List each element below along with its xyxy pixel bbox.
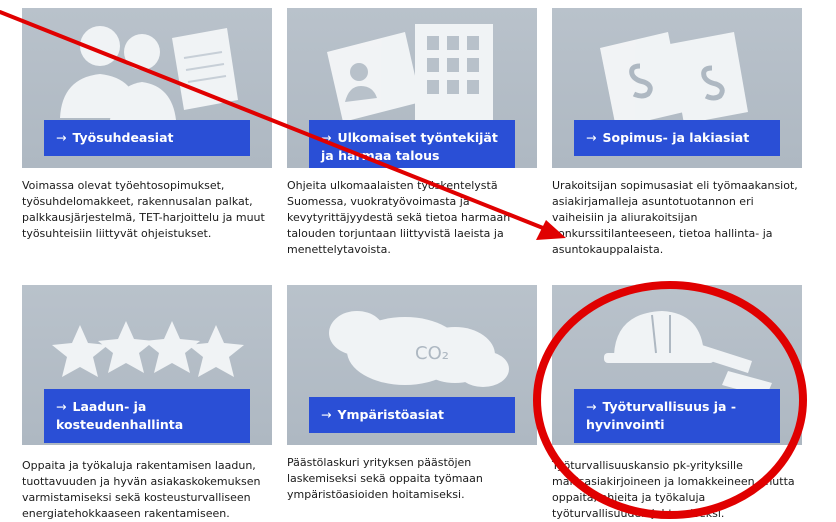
card-title: Sopimus- ja lakiasiat <box>602 130 750 145</box>
card-title-label[interactable]: → Työturvallisuus ja -hyvinvointi <box>574 389 780 443</box>
card-title-label[interactable]: → Ulkomaiset työntekijät ja harmaa talous <box>309 120 515 168</box>
card-laadun-kosteudenhallinta[interactable]: → Laadun- ja kosteudenhallinta Oppaita ja… <box>22 285 272 520</box>
card-ulkomaiset-tyontekijat[interactable]: → Ulkomaiset työntekijät ja harmaa talous… <box>287 8 537 256</box>
arrow-right-icon: → <box>586 399 597 414</box>
card-tyoturvallisuus[interactable]: → Työturvallisuus ja -hyvinvointi Työturv… <box>552 285 802 520</box>
card-ymparistoasiat[interactable]: CO₂ → Ympäristöasiat Päästölaskuri yrityk… <box>287 285 537 501</box>
card-title: Ulkomaiset työntekijät ja harmaa talous <box>321 130 498 163</box>
card-title-label[interactable]: → Ympäristöasiat <box>309 397 515 433</box>
arrow-right-icon: → <box>56 130 67 145</box>
arrow-right-icon: → <box>321 130 332 145</box>
card-description: Oppaita ja työkaluja rakentamisen laadun… <box>22 459 261 520</box>
arrow-right-icon: → <box>321 407 332 422</box>
arrow-right-icon: → <box>56 399 67 414</box>
arrow-right-icon: → <box>586 130 597 145</box>
card-description: Päästölaskuri yrityksen päästöjen laskem… <box>287 456 483 501</box>
card-title: Työsuhdeasiat <box>72 130 174 145</box>
card-title-label[interactable]: → Työsuhdeasiat <box>44 120 250 156</box>
card-image[interactable]: → Sopimus- ja lakiasiat <box>552 8 802 168</box>
card-description: Ohjeita ulkomaalaisten työskentelystä Su… <box>287 179 511 256</box>
card-image[interactable]: → Ulkomaiset työntekijät ja harmaa talous <box>287 8 537 168</box>
card-title-label[interactable]: → Laadun- ja kosteudenhallinta <box>44 389 250 443</box>
card-image[interactable]: CO₂ → Ympäristöasiat <box>287 285 537 445</box>
card-sopimus-lakiasiat[interactable]: → Sopimus- ja lakiasiat Urakoitsijan sopi… <box>552 8 802 256</box>
card-image[interactable]: → Työsuhdeasiat <box>22 8 272 168</box>
card-image[interactable]: → Työturvallisuus ja -hyvinvointi <box>552 285 802 445</box>
card-description: Voimassa olevat työehtosopimukset, työsu… <box>22 179 265 240</box>
cloud-text: CO₂ <box>415 343 449 364</box>
card-image[interactable]: → Laadun- ja kosteudenhallinta <box>22 285 272 445</box>
card-title: Ympäristöasiat <box>337 407 444 422</box>
card-tyosuhdeasiat[interactable]: → Työsuhdeasiat Voimassa olevat työehtoso… <box>22 8 272 240</box>
card-title: Laadun- ja kosteudenhallinta <box>56 399 184 432</box>
card-description: Urakoitsijan sopimusasiat eli työmaakans… <box>552 179 798 256</box>
card-description: Työturvallisuuskansio pk-yrityksille mal… <box>552 459 795 520</box>
card-title-label[interactable]: → Sopimus- ja lakiasiat <box>574 120 780 156</box>
card-title: Työturvallisuus ja -hyvinvointi <box>586 399 737 432</box>
